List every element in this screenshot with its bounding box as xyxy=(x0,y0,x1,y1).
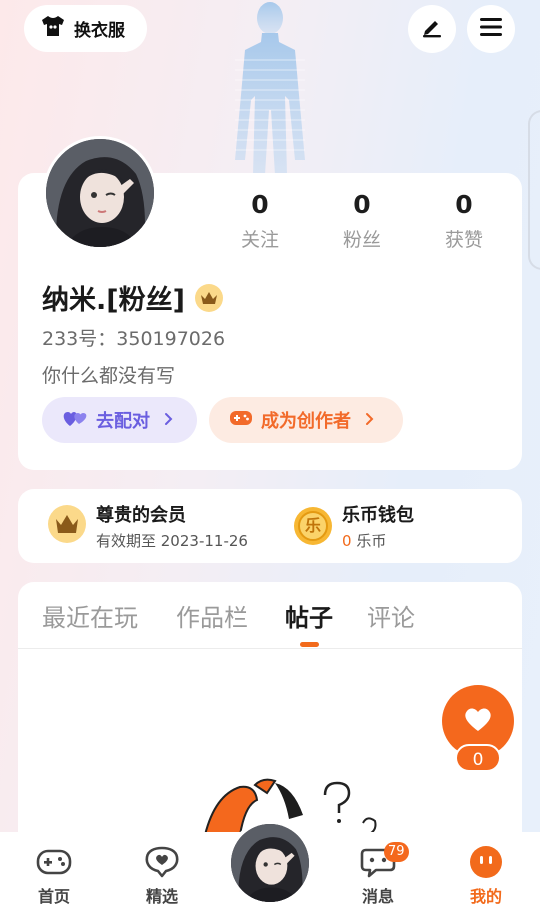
hamburger-menu-icon xyxy=(479,17,503,41)
match-button[interactable]: 去配对 xyxy=(42,397,197,443)
nav-home-label: 首页 xyxy=(37,887,70,906)
coin-char: 乐 xyxy=(304,516,321,535)
pencil-icon xyxy=(421,16,443,42)
nav-mine[interactable]: 我的 xyxy=(451,845,521,907)
tshirt-icon xyxy=(40,14,66,43)
side-drawer-handle[interactable] xyxy=(528,110,540,270)
vip-expiry: 有效期至 2023-11-26 xyxy=(96,532,248,550)
messages-unread-badge: 79 xyxy=(384,842,409,862)
wardrobe-label: 换衣服 xyxy=(74,21,125,41)
stat-following-label: 关注 xyxy=(240,229,279,251)
wallet-title: 乐币钱包 xyxy=(342,505,414,526)
user-id: 233号：350197026 xyxy=(42,328,226,350)
heart-bubble-icon xyxy=(127,845,197,879)
nav-featured-label: 精选 xyxy=(145,887,178,906)
vip-crown-icon xyxy=(48,505,86,547)
menu-button[interactable] xyxy=(467,5,515,53)
wallet-balance: 0 乐币 xyxy=(342,530,414,551)
center-avatar-button[interactable] xyxy=(227,820,313,906)
like-count: 0 xyxy=(455,744,501,772)
stat-likes-value: 0 xyxy=(455,190,473,219)
user-bio: 你什么都没有写 xyxy=(42,365,176,387)
gamepad-nav-icon xyxy=(19,845,89,879)
smiley-face-icon xyxy=(451,845,521,879)
tab-posts[interactable]: 帖子 xyxy=(285,598,333,633)
stat-following-value: 0 xyxy=(251,190,269,219)
vip-member-entry[interactable]: 尊贵的会员 有效期至 2023-11-26 xyxy=(48,489,248,563)
nav-mine-label: 我的 xyxy=(469,887,502,906)
heart-icon xyxy=(463,706,493,736)
nav-featured[interactable]: 精选 xyxy=(127,845,197,907)
stat-likes[interactable]: 0 获赞 xyxy=(424,190,504,252)
membership-card: 尊贵的会员 有效期至 2023-11-26 乐 乐币钱包 0 乐币 xyxy=(18,489,522,563)
tab-works[interactable]: 作品栏 xyxy=(176,598,248,633)
wallet-unit: 乐币 xyxy=(351,532,387,550)
tab-comments[interactable]: 评论 xyxy=(367,598,415,633)
wallet-amount: 0 xyxy=(342,532,352,550)
creator-label: 成为创作者 xyxy=(261,411,351,432)
wardrobe-button[interactable]: 换衣服 xyxy=(24,5,147,52)
match-label: 去配对 xyxy=(96,411,150,432)
avatar-figure-silhouette xyxy=(215,0,325,175)
coin-icon: 乐 xyxy=(294,507,332,545)
wallet-entry[interactable]: 乐 乐币钱包 0 乐币 xyxy=(294,489,414,563)
edit-button[interactable] xyxy=(408,5,456,53)
stat-likes-label: 获赞 xyxy=(444,229,483,251)
stat-fans-label: 粉丝 xyxy=(342,229,381,251)
username: 纳米.[粉丝] xyxy=(42,285,185,316)
nav-messages-label: 消息 xyxy=(361,887,394,906)
nav-home[interactable]: 首页 xyxy=(19,845,89,907)
chevron-right-icon xyxy=(365,410,375,431)
stat-fans[interactable]: 0 粉丝 xyxy=(322,190,402,252)
tabs-divider xyxy=(18,648,522,649)
crown-icon xyxy=(194,283,223,312)
stat-following[interactable]: 0 关注 xyxy=(220,190,300,252)
vip-title: 尊贵的会员 xyxy=(96,505,186,526)
empty-state-mascot-illustration xyxy=(195,775,395,836)
become-creator-button[interactable]: 成为创作者 xyxy=(209,397,403,443)
gamepad-icon xyxy=(229,408,253,433)
tab-recently-played[interactable]: 最近在玩 xyxy=(42,598,138,633)
hearts-icon xyxy=(62,408,88,433)
chevron-right-icon xyxy=(164,410,174,431)
stat-fans-value: 0 xyxy=(353,190,371,219)
avatar[interactable] xyxy=(43,136,157,250)
username-row: 纳米.[粉丝] xyxy=(42,278,223,317)
active-tab-indicator xyxy=(300,642,319,647)
